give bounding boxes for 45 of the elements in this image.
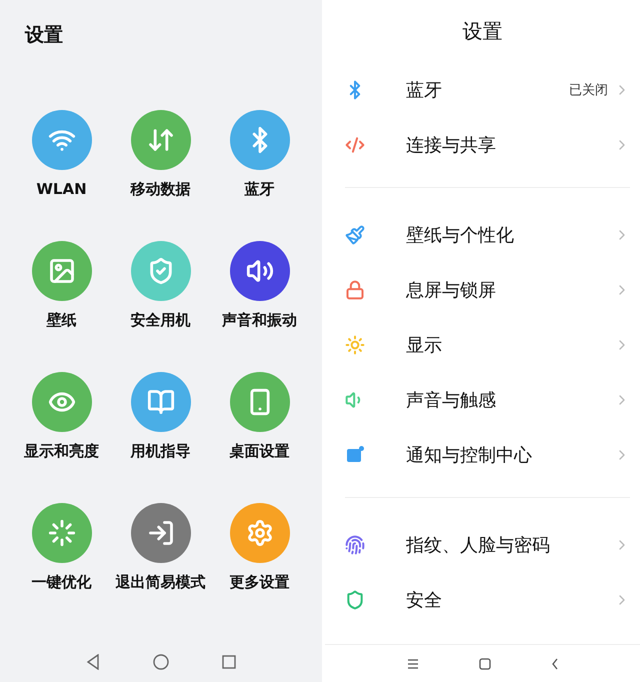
screen-title: 设置 bbox=[24, 23, 64, 48]
settings-label: 声音与触感 bbox=[406, 388, 497, 412]
home-icon[interactable] bbox=[478, 658, 490, 670]
menu-icon[interactable] bbox=[406, 658, 418, 668]
settings-label: 蓝牙 bbox=[406, 78, 443, 102]
tile-label: 桌面设置 bbox=[230, 442, 290, 461]
screen-title: 设置 bbox=[462, 18, 502, 44]
settings-label: 壁纸与个性化 bbox=[406, 224, 515, 246]
settings-row[interactable]: 通知与控制中心 bbox=[325, 427, 640, 482]
back-icon[interactable] bbox=[86, 654, 100, 670]
book-icon bbox=[146, 388, 174, 416]
settings-label: 显示 bbox=[406, 334, 443, 356]
arrows-icon bbox=[146, 126, 174, 154]
settings-label: 指纹、人脸与密码 bbox=[406, 534, 551, 556]
settings-row[interactable]: 声音与触感 bbox=[325, 372, 640, 427]
status-value: 已关闭 bbox=[569, 82, 608, 98]
tile-label: 一键优化 bbox=[32, 573, 92, 592]
tile-label: 蓝牙 bbox=[244, 180, 274, 199]
home-icon[interactable] bbox=[153, 654, 169, 670]
settings-row[interactable]: 安全 bbox=[325, 572, 640, 627]
settings-label: 息屏与锁屏 bbox=[406, 278, 497, 302]
image-icon bbox=[48, 257, 76, 285]
tile-label: 退出简易模式 bbox=[116, 573, 206, 592]
tile-label: 更多设置 bbox=[230, 573, 290, 592]
settings-icon bbox=[246, 519, 274, 547]
back-icon[interactable] bbox=[550, 658, 558, 670]
settings-row[interactable]: 连接与共享 bbox=[325, 117, 640, 172]
settings-row[interactable]: 显示 bbox=[325, 317, 640, 372]
tile-label: 壁纸 bbox=[46, 311, 76, 330]
settings-row[interactable]: 指纹、人脸与密码 bbox=[325, 517, 640, 572]
settings-label: 连接与共享 bbox=[406, 134, 497, 156]
settings-label: 安全 bbox=[406, 588, 443, 612]
recents-icon[interactable] bbox=[222, 655, 236, 669]
tile-label: 显示和亮度 bbox=[24, 442, 99, 461]
settings-row[interactable]: 壁纸与个性化 bbox=[325, 207, 640, 262]
settings-row[interactable]: 蓝牙 已关闭 bbox=[325, 62, 640, 117]
tile-label: WLAN bbox=[36, 180, 87, 198]
tile-label: 移动数据 bbox=[130, 180, 190, 199]
spinner-icon bbox=[48, 519, 76, 547]
settings-label: 通知与控制中心 bbox=[406, 444, 533, 466]
tile-label: 安全用机 bbox=[130, 311, 190, 330]
settings-row[interactable]: 息屏与锁屏 bbox=[325, 262, 640, 317]
exit-icon bbox=[146, 519, 174, 547]
tile-label: 声音和振动 bbox=[222, 311, 297, 330]
tile-label: 用机指导 bbox=[130, 442, 190, 461]
